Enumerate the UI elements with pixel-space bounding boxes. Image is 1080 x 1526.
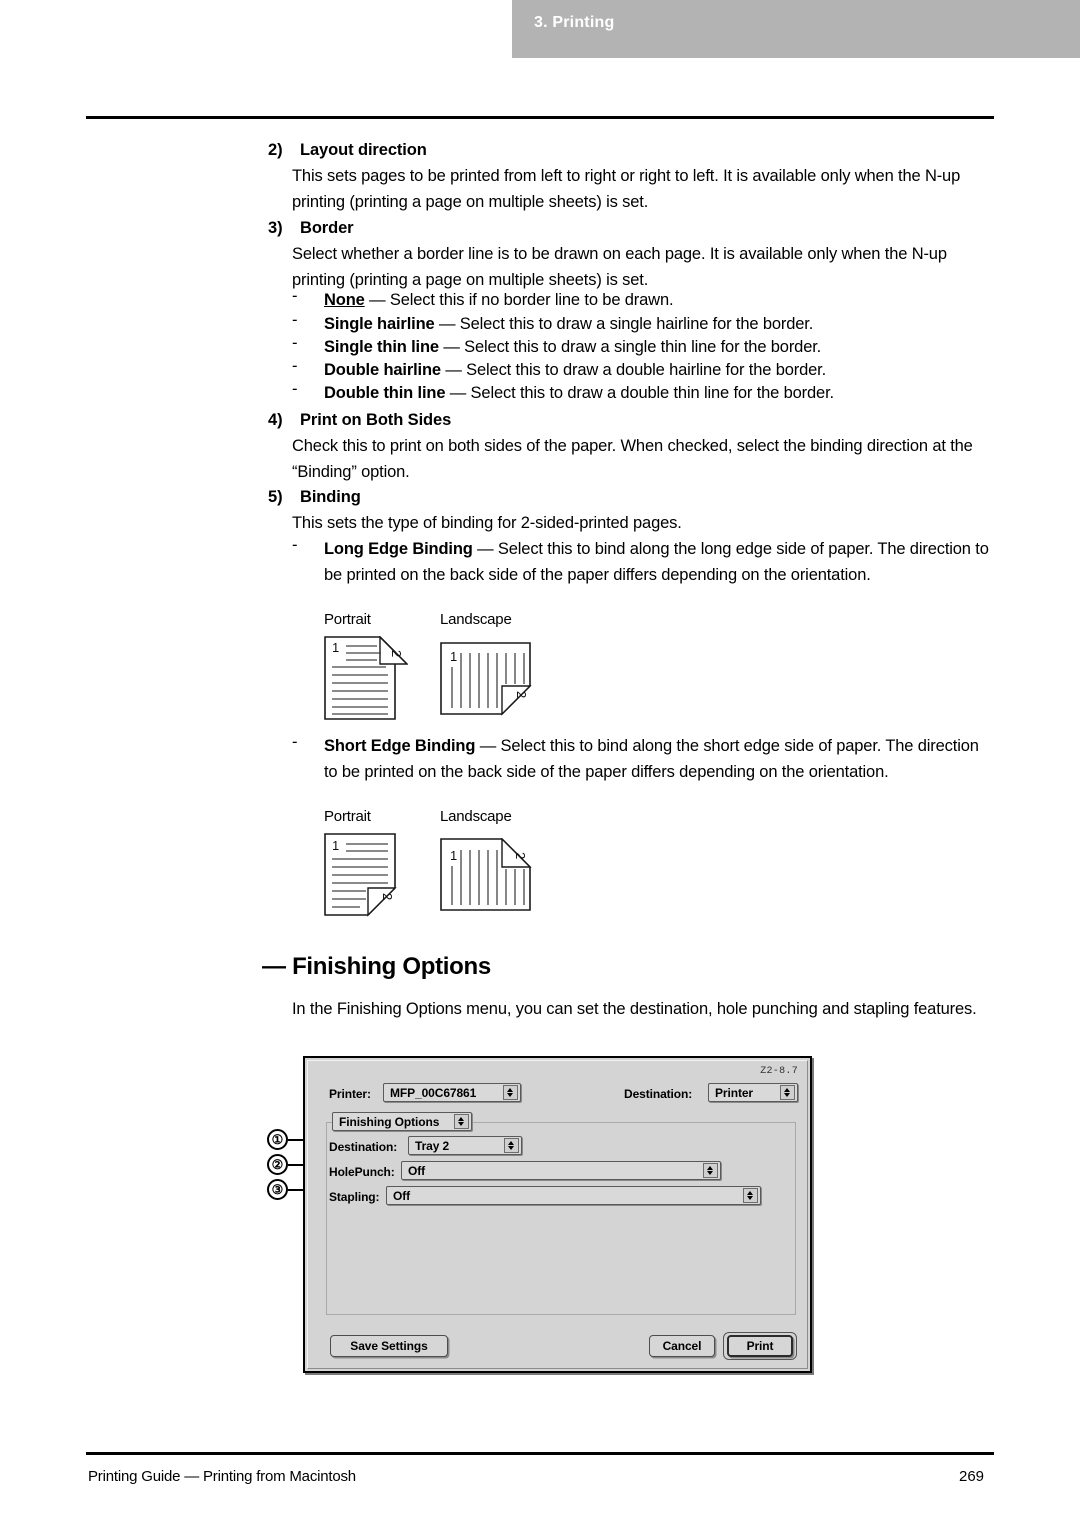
binding-option-1: Short Edge Binding — Select this to bind…: [324, 733, 996, 785]
callout-marker-2: ②: [267, 1154, 288, 1175]
destination-row-popup[interactable]: Tray 2: [408, 1136, 522, 1155]
holepunch-row-label: HolePunch:: [329, 1165, 395, 1179]
binding-option-term-0: Long Edge Binding: [324, 540, 473, 558]
border-option-dash-4: -: [292, 380, 298, 398]
chevron-updown-icon: [454, 1114, 469, 1129]
svg-text:1: 1: [450, 649, 457, 664]
section-3-title: Border: [300, 219, 354, 237]
holepunch-row-value: Off: [408, 1164, 426, 1178]
finishing-options-heading: — Finishing Options: [262, 953, 491, 980]
save-settings-button[interactable]: Save Settings: [330, 1335, 448, 1357]
destination-row-label: Destination:: [329, 1140, 398, 1154]
svg-text:2: 2: [514, 691, 529, 698]
diagram-2-landscape-label: Landscape: [440, 808, 512, 825]
section-3-number: 3): [268, 219, 283, 237]
section-2-title: Layout direction: [300, 141, 427, 159]
chevron-updown-icon: [703, 1163, 718, 1178]
border-option-term-1: Single hairline: [324, 315, 435, 333]
border-option-0: None — Select this if no border line to …: [324, 287, 1004, 313]
diagram-2-portrait-page: 1 2: [324, 833, 397, 917]
svg-text:1: 1: [450, 848, 457, 863]
stapling-row-popup[interactable]: Off: [386, 1186, 761, 1205]
svg-text:1: 1: [332, 838, 339, 853]
svg-text:2: 2: [380, 893, 395, 900]
printer-label: Printer:: [329, 1087, 371, 1101]
printer-popup-value: MFP_00C67861: [390, 1086, 477, 1100]
diagram-2-portrait-label: Portrait: [324, 808, 371, 825]
destination-row-value: Tray 2: [415, 1139, 450, 1153]
callout-marker-1: ①: [267, 1129, 288, 1150]
callout-marker-3: ③: [267, 1179, 288, 1200]
section-5-title: Binding: [300, 488, 361, 506]
destination-top-popup-value: Printer: [715, 1086, 753, 1100]
border-option-dash-1: -: [292, 311, 298, 329]
binding-option-dash-0: -: [292, 536, 298, 554]
border-option-dash-2: -: [292, 334, 298, 352]
svg-text:1: 1: [332, 640, 339, 655]
diagram-1-portrait-label: Portrait: [324, 611, 371, 628]
section-4-title: Print on Both Sides: [300, 411, 452, 429]
stapling-row-value: Off: [393, 1189, 411, 1203]
border-option-term-0: None: [324, 291, 365, 309]
destination-top-popup[interactable]: Printer: [708, 1083, 798, 1102]
section-4-number: 4): [268, 411, 283, 429]
pane-selector-value: Finishing Options: [339, 1115, 440, 1129]
stapling-row-label: Stapling:: [329, 1190, 380, 1204]
svg-text:2: 2: [513, 852, 528, 859]
binding-option-dash-1: -: [292, 733, 298, 751]
border-option-desc-0: — Select this if no border line to be dr…: [364, 291, 674, 309]
section-2-body: This sets pages to be printed from left …: [292, 167, 961, 211]
chapter-title: 3. Printing: [534, 14, 615, 31]
diagram-1-landscape-page: 1 2: [440, 642, 532, 716]
destination-top-label: Destination:: [624, 1087, 693, 1101]
finishing-options-intro: In the Finishing Options menu, you can s…: [292, 1000, 977, 1018]
section-3-body: Select whether a border line is to be dr…: [292, 245, 947, 289]
printer-popup[interactable]: MFP_00C67861: [383, 1083, 521, 1102]
binding-option-0: Long Edge Binding — Select this to bind …: [324, 536, 996, 588]
border-option-term-2: Single thin line: [324, 338, 439, 356]
section-2-number: 2): [268, 141, 283, 159]
footer-divider-rule: [86, 1452, 994, 1455]
footer-guide-title: Printing Guide — Printing from Macintosh: [88, 1468, 356, 1485]
diagram-2-landscape-page: 1 2: [440, 838, 532, 911]
border-option-desc-2: — Select this to draw a single thin line…: [438, 338, 822, 356]
binding-option-term-1: Short Edge Binding: [324, 737, 476, 755]
border-option-desc-1: — Select this to draw a single hairline …: [434, 315, 814, 333]
chevron-updown-icon: [503, 1085, 518, 1100]
driver-version-label: Z2-8.7: [760, 1066, 798, 1077]
border-option-desc-3: — Select this to draw a double hairline …: [440, 361, 827, 379]
section-4-body: Check this to print on both sides of the…: [292, 437, 973, 481]
chevron-updown-icon: [780, 1085, 795, 1100]
border-option-4: Double thin line — Select this to draw a…: [324, 380, 1004, 406]
section-5-body: This sets the type of binding for 2-side…: [292, 514, 682, 532]
svg-text:2: 2: [389, 650, 404, 657]
border-option-dash-0: -: [292, 287, 298, 305]
pane-selector-popup[interactable]: Finishing Options: [332, 1112, 472, 1131]
print-dialog: Z2-8.7 Printer: MFP_00C67861 Destination…: [303, 1056, 812, 1373]
section-5-number: 5): [268, 488, 283, 506]
print-button[interactable]: Print: [727, 1335, 793, 1357]
border-option-desc-4: — Select this to draw a double thin line…: [445, 384, 834, 402]
border-option-dash-3: -: [292, 357, 298, 375]
diagram-1-landscape-label: Landscape: [440, 611, 512, 628]
border-option-term-4: Double thin line: [324, 384, 446, 402]
holepunch-row-popup[interactable]: Off: [401, 1161, 721, 1180]
border-option-term-3: Double hairline: [324, 361, 441, 379]
diagram-1-portrait-page: 1 2: [324, 636, 408, 720]
print-dialog-inner: Z2-8.7 Printer: MFP_00C67861 Destination…: [307, 1060, 808, 1369]
header-divider-rule: [86, 116, 994, 119]
chevron-updown-icon: [743, 1188, 758, 1203]
chevron-updown-icon: [504, 1138, 519, 1153]
footer-page-number: 269: [959, 1468, 985, 1485]
cancel-button[interactable]: Cancel: [649, 1335, 715, 1357]
